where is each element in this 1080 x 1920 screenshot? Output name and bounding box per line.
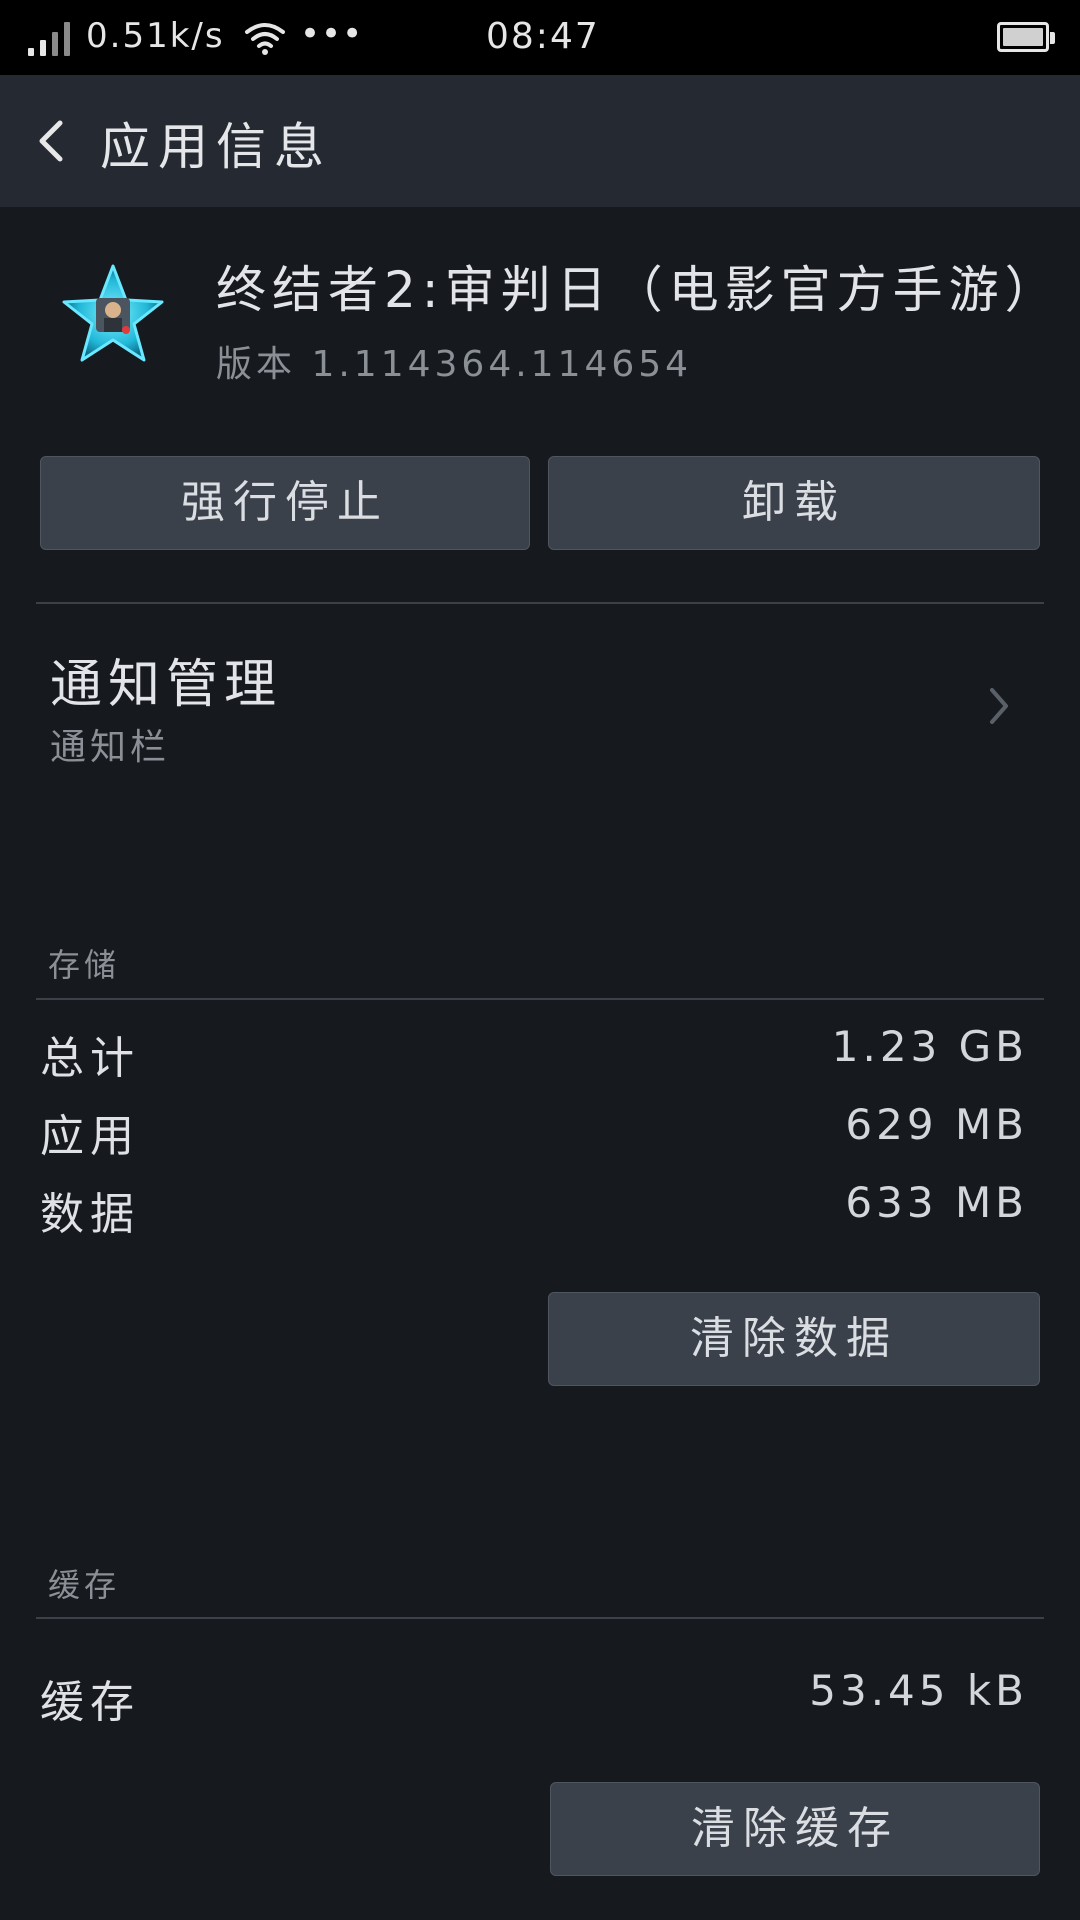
- clear-data-button[interactable]: 清除数据: [548, 1292, 1040, 1386]
- status-time: 08:47: [486, 16, 600, 57]
- storage-value: 1.23 GB: [831, 1022, 1028, 1071]
- storage-value: 633 MB: [845, 1178, 1028, 1227]
- divider: [36, 602, 1044, 604]
- clear-cache-button[interactable]: 清除缓存: [550, 1782, 1040, 1876]
- app-name: 终结者2:审判日（电影官方手游）: [216, 261, 1046, 319]
- storage-label: 应用: [40, 1111, 140, 1162]
- cache-label: 缓存: [40, 1677, 140, 1728]
- notification-subtitle: 通知栏: [50, 727, 171, 768]
- cache-row: 缓存 53.45 kB: [40, 1660, 1028, 1730]
- more-notifications-icon: •••: [300, 14, 364, 54]
- network-speed: 0.51k/s: [86, 16, 225, 56]
- notification-title: 通知管理: [50, 655, 283, 715]
- app-version: 版本 1.114364.114654: [216, 344, 693, 385]
- cache-divider: [36, 1617, 1044, 1619]
- signal-icon: [28, 20, 76, 56]
- wifi-icon: [244, 20, 286, 56]
- storage-row-app: 应用 629 MB: [40, 1094, 1028, 1164]
- back-button[interactable]: [20, 103, 96, 179]
- notification-management-item[interactable]: 通知管理 通知栏: [36, 620, 1044, 770]
- battery-icon: [997, 22, 1055, 52]
- storage-label: 数据: [40, 1189, 140, 1240]
- uninstall-button[interactable]: 卸载: [548, 456, 1040, 550]
- chevron-right-icon: [990, 688, 1008, 724]
- storage-divider: [36, 998, 1044, 1000]
- storage-row-data: 数据 633 MB: [40, 1172, 1028, 1242]
- chevron-left-icon: [39, 120, 63, 162]
- storage-row-total: 总计 1.23 GB: [40, 1016, 1028, 1086]
- status-bar: 0.51k/s ••• 08:47: [0, 0, 1080, 75]
- storage-section-label: 存储: [48, 946, 121, 984]
- force-stop-button[interactable]: 强行停止: [40, 456, 530, 550]
- storage-value: 629 MB: [845, 1100, 1028, 1149]
- cache-value: 53.45 kB: [809, 1666, 1028, 1715]
- cache-section-label: 缓存: [48, 1566, 121, 1604]
- page-title: 应用信息: [100, 118, 332, 176]
- storage-label: 总计: [40, 1033, 140, 1084]
- title-bar: 应用信息: [0, 75, 1080, 207]
- app-icon: [58, 262, 168, 372]
